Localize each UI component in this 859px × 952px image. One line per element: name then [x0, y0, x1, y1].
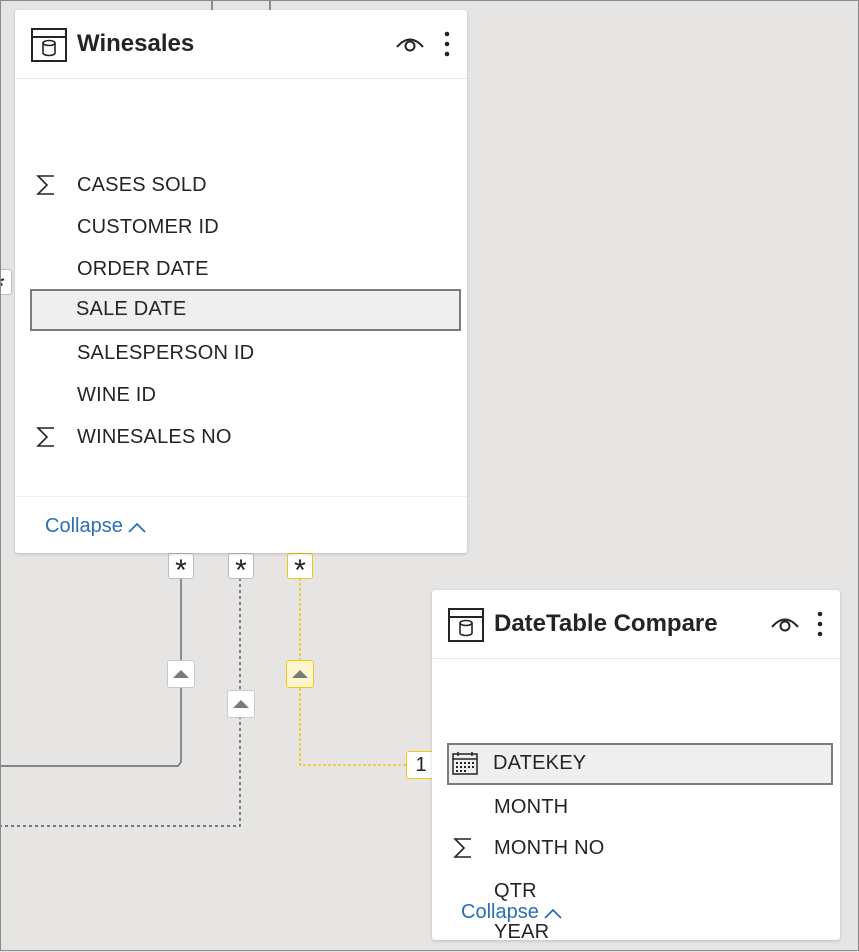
table-card-datetable-compare[interactable]: DateTable Compare DATEKEY MONTH MONTH NO…	[432, 590, 840, 943]
relationship-line-dotted	[0, 578, 241, 827]
chevron-up-icon	[544, 908, 562, 919]
field-name: DATEKEY	[493, 752, 587, 774]
cardinality-badge-many[interactable]: *	[228, 553, 254, 585]
more-options-icon[interactable]	[816, 610, 824, 638]
field-name: YEAR	[494, 921, 550, 943]
table-icon	[448, 608, 484, 642]
collapse-button[interactable]: Collapse	[461, 901, 563, 924]
field-row[interactable]: MONTH	[448, 787, 834, 827]
footer-divider	[15, 496, 467, 497]
field-row-selected[interactable]: SALE DATE	[30, 289, 461, 331]
field-name: CUSTOMER ID	[77, 216, 219, 238]
table-title: DateTable Compare	[494, 610, 718, 637]
field-name: CASES SOLD	[77, 174, 207, 196]
field-name: ORDER DATE	[77, 258, 209, 280]
filter-direction-arrow[interactable]	[227, 690, 255, 718]
many-symbol: *	[294, 553, 306, 587]
collapse-button[interactable]: Collapse	[45, 515, 147, 538]
filter-direction-arrow[interactable]	[167, 660, 195, 688]
field-row[interactable]: CASES SOLD	[31, 165, 461, 205]
field-name: MONTH NO	[494, 837, 605, 859]
one-symbol: 1	[415, 754, 427, 776]
table-card-header[interactable]: DateTable Compare	[432, 590, 840, 659]
eye-icon[interactable]	[770, 614, 800, 634]
field-row[interactable]: ORDER DATE	[31, 249, 461, 289]
collapse-label: Collapse	[461, 901, 539, 923]
more-options-icon[interactable]	[443, 30, 451, 58]
many-symbol: *	[0, 271, 5, 301]
sigma-icon	[36, 427, 54, 447]
field-name: WINE ID	[77, 384, 157, 406]
table-icon	[31, 28, 67, 62]
many-symbol: *	[175, 553, 187, 587]
field-name: SALE DATE	[76, 298, 187, 320]
relationship-line-active	[299, 578, 408, 766]
cardinality-badge-many-active[interactable]: *	[287, 553, 313, 585]
field-row-selected[interactable]: DATEKEY	[447, 743, 833, 785]
many-symbol: *	[235, 553, 247, 587]
eye-icon[interactable]	[395, 34, 425, 54]
table-title: Winesales	[77, 30, 195, 57]
cardinality-badge-many[interactable]: *	[168, 553, 194, 585]
field-name: SALESPERSON ID	[77, 342, 255, 364]
field-name: MONTH	[494, 796, 569, 818]
sigma-icon	[36, 175, 54, 195]
chevron-up-icon	[128, 522, 146, 533]
field-name: WINESALES NO	[77, 426, 232, 448]
field-name: QTR	[494, 880, 537, 902]
calendar-icon	[452, 752, 478, 775]
relationship-line-solid	[0, 578, 182, 767]
field-row[interactable]: SALESPERSON ID	[31, 333, 461, 373]
filter-direction-arrow-active[interactable]	[286, 660, 314, 688]
field-row[interactable]: CUSTOMER ID	[31, 207, 461, 247]
field-row[interactable]: MONTH NO	[448, 828, 834, 868]
cardinality-badge-many[interactable]: *	[0, 269, 12, 301]
field-row[interactable]: WINE ID	[31, 375, 461, 415]
collapse-label: Collapse	[45, 515, 123, 537]
sigma-icon	[453, 838, 471, 858]
table-card-winesales[interactable]: Winesales CASES SOLD CUSTOMER ID ORDER D…	[15, 10, 467, 553]
field-row[interactable]: WINESALES NO	[31, 417, 461, 457]
table-card-header[interactable]: Winesales	[15, 10, 467, 79]
